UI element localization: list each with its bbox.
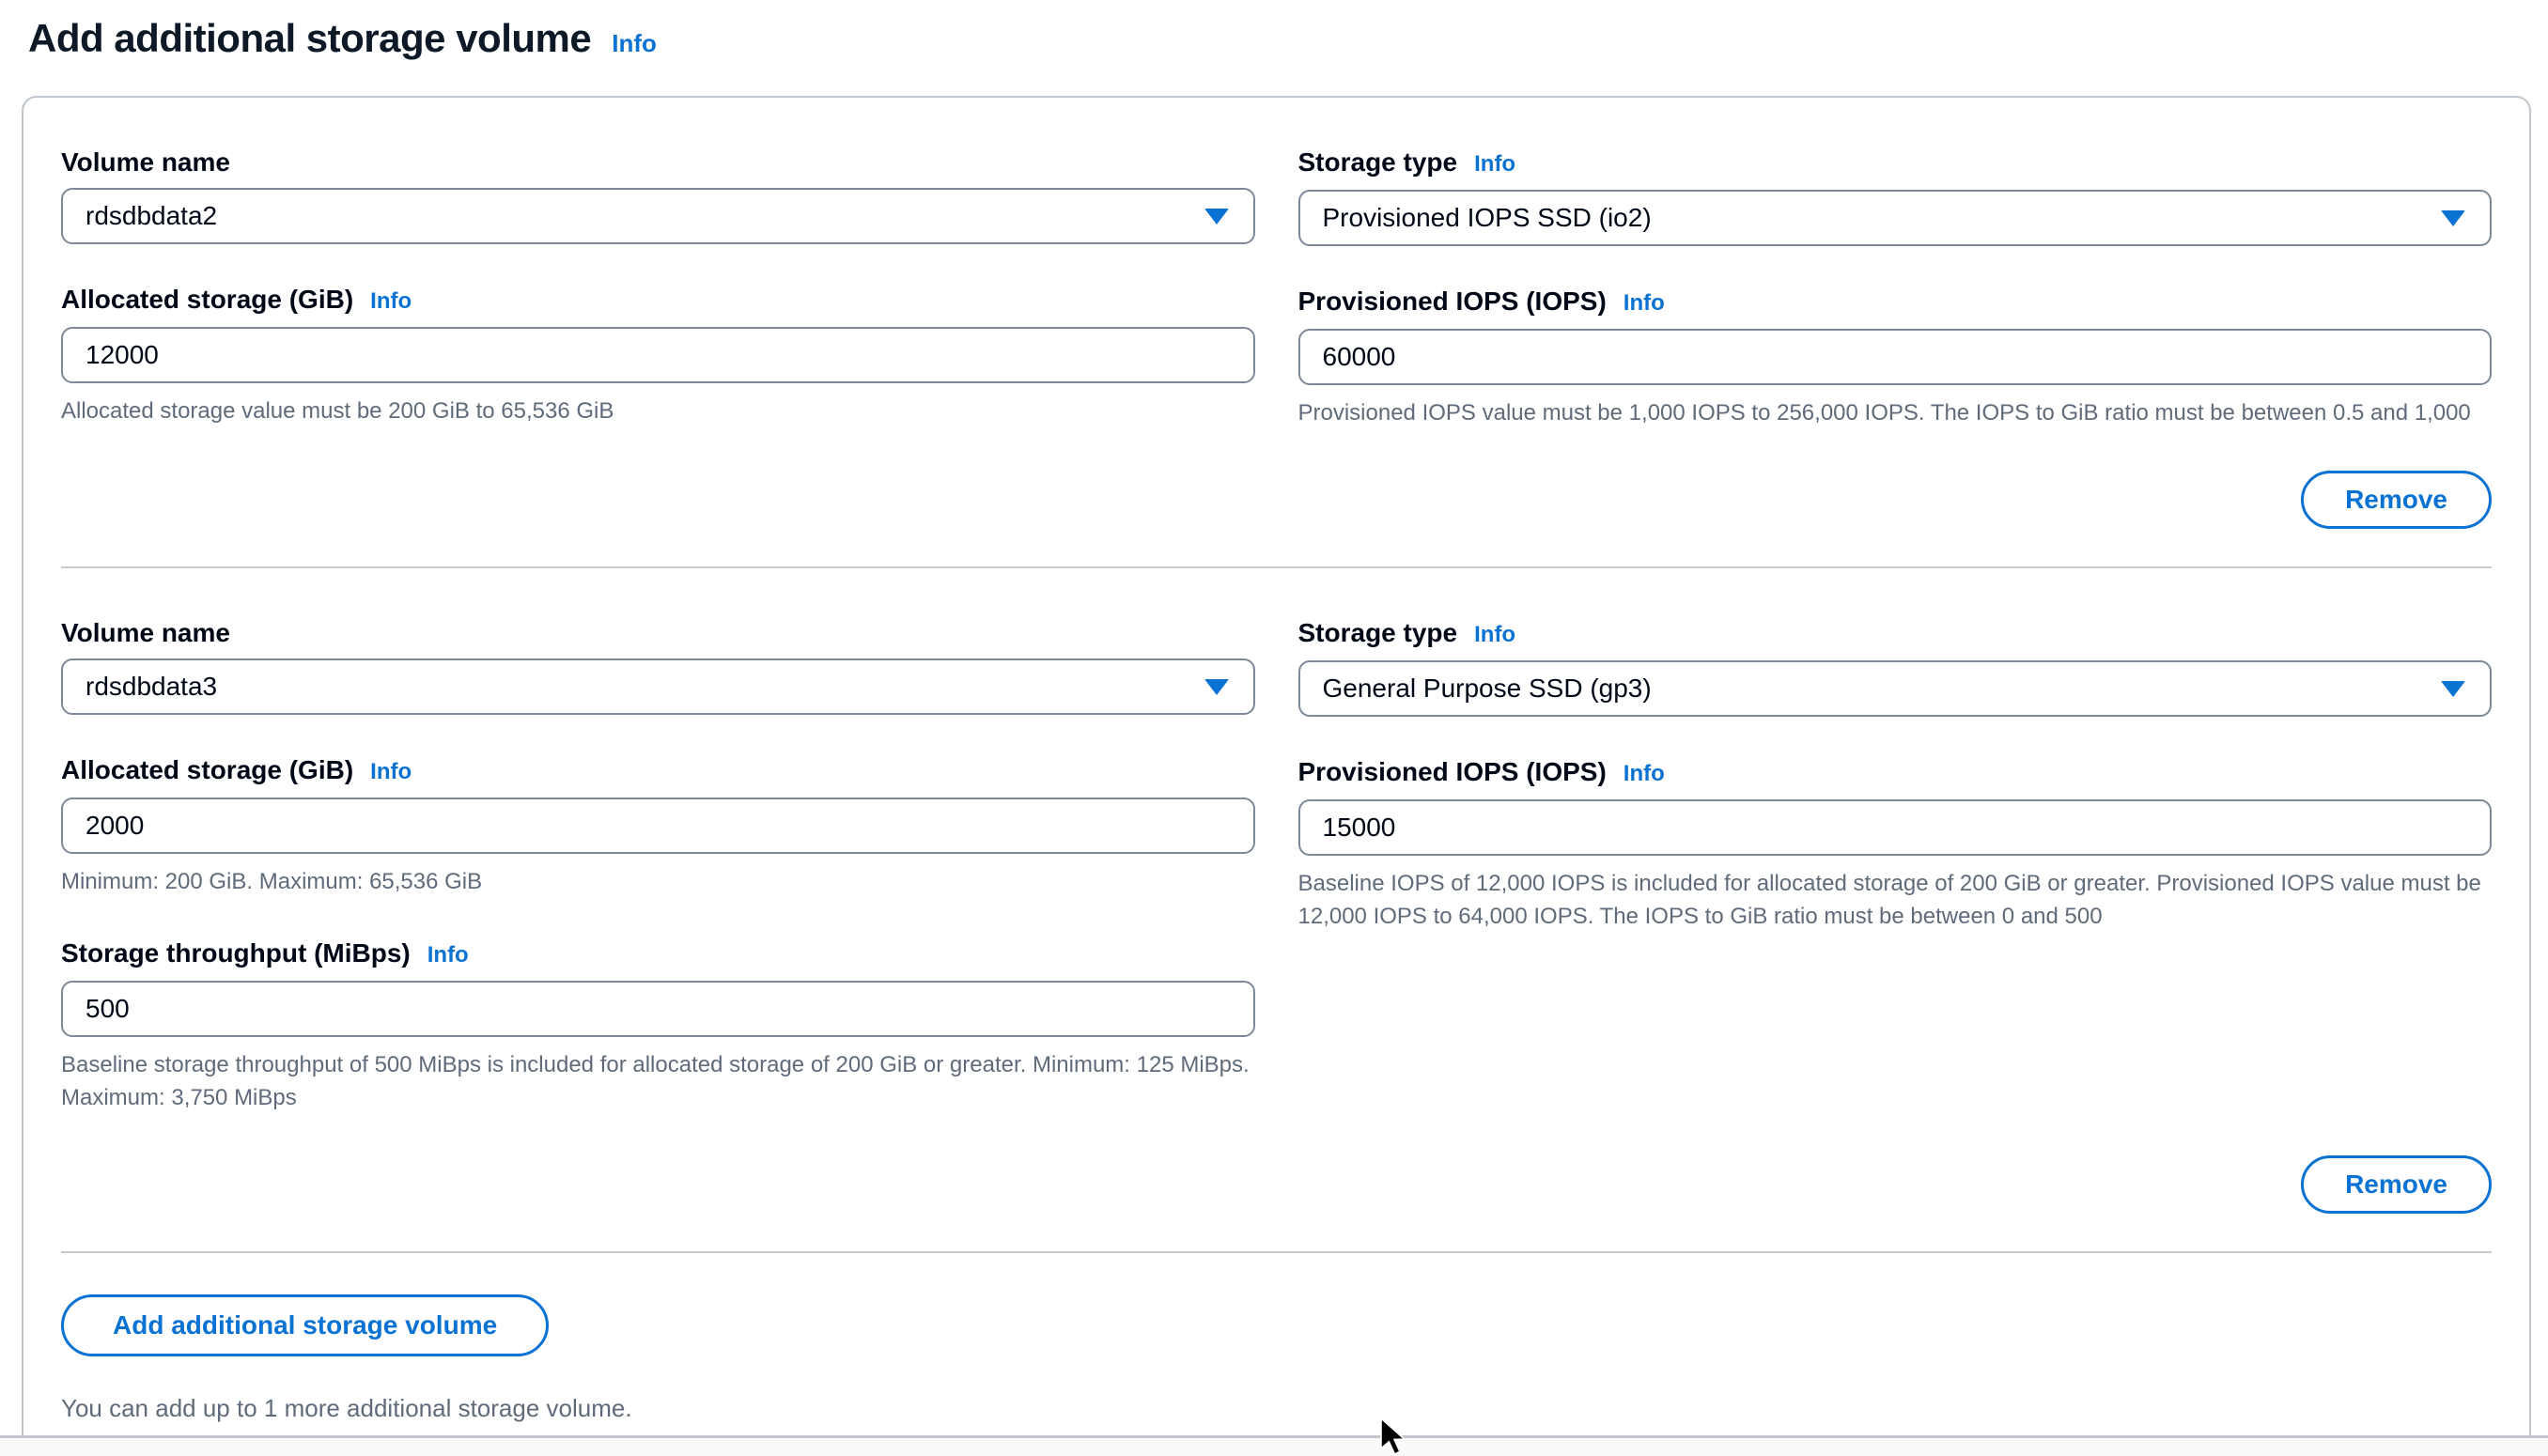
storage-type-select-value: Provisioned IOPS SSD (io2) — [1323, 203, 1652, 233]
volume-name-select-value: rdsdbdata3 — [85, 672, 217, 702]
storage-type-label: Storage type — [1298, 147, 1458, 178]
storage-type-field-2: Storage type Info General Purpose SSD (g… — [1298, 617, 2493, 717]
storage-throughput-field: Storage throughput (MiBps) Info Baseline… — [61, 937, 1255, 1114]
mouse-cursor-icon — [1379, 1417, 1411, 1456]
allocated-storage-label: Allocated storage (GiB) — [61, 754, 353, 786]
volume-name-select-value: rdsdbdata2 — [85, 201, 217, 231]
allocated-storage-input-1[interactable] — [61, 327, 1255, 383]
allocated-storage-info-link[interactable]: Info — [370, 286, 412, 318]
provisioned-iops-info-link[interactable]: Info — [1624, 758, 1665, 790]
allocated-storage-hint: Minimum: 200 GiB. Maximum: 65,536 GiB — [61, 865, 1255, 898]
volume-section-2: Volume name rdsdbdata3 Allocated storage… — [61, 617, 2492, 1214]
volume-2-left-column: Volume name rdsdbdata3 Allocated storage… — [61, 617, 1255, 1114]
allocated-storage-hint: Allocated storage value must be 200 GiB … — [61, 395, 1255, 427]
volume-name-select-2[interactable]: rdsdbdata3 — [61, 658, 1255, 715]
storage-type-select-value: General Purpose SSD (gp3) — [1323, 674, 1652, 704]
storage-throughput-info-link[interactable]: Info — [427, 939, 469, 971]
storage-volume-card: Volume name rdsdbdata2 Allocated storage… — [22, 96, 2531, 1453]
volume-1-right-column: Storage type Info Provisioned IOPS SSD (… — [1298, 147, 2493, 429]
storage-type-label: Storage type — [1298, 617, 1458, 649]
volume-name-label: Volume name — [61, 617, 230, 649]
section-divider — [61, 1251, 2492, 1253]
volume-name-field-2: Volume name rdsdbdata3 — [61, 617, 1255, 715]
page-title-info-link[interactable]: Info — [612, 29, 657, 58]
storage-throughput-input[interactable] — [61, 981, 1255, 1037]
provisioned-iops-hint: Baseline IOPS of 12,000 IOPS is included… — [1298, 867, 2493, 933]
remove-volume-button-2[interactable]: Remove — [2301, 1155, 2492, 1214]
bottom-strip — [0, 1435, 2548, 1456]
provisioned-iops-hint: Provisioned IOPS value must be 1,000 IOP… — [1298, 396, 2493, 429]
remove-volume-button-1[interactable]: Remove — [2301, 471, 2492, 529]
page-title: Add additional storage volume — [28, 15, 591, 62]
provisioned-iops-label: Provisioned IOPS (IOPS) — [1298, 286, 1607, 318]
add-storage-volume-button[interactable]: Add additional storage volume — [61, 1294, 549, 1356]
volume-name-label: Volume name — [61, 147, 230, 178]
caret-down-icon — [2441, 681, 2465, 697]
allocated-storage-field-2: Allocated storage (GiB) Info Minimum: 20… — [61, 754, 1255, 898]
provisioned-iops-field-1: Provisioned IOPS (IOPS) Info Provisioned… — [1298, 286, 2493, 429]
provisioned-iops-input-1[interactable] — [1298, 329, 2493, 385]
provisioned-iops-label: Provisioned IOPS (IOPS) — [1298, 756, 1607, 788]
storage-type-select-1[interactable]: Provisioned IOPS SSD (io2) — [1298, 190, 2493, 246]
storage-throughput-hint: Baseline storage throughput of 500 MiBps… — [61, 1048, 1255, 1114]
storage-type-info-link[interactable]: Info — [1474, 619, 1515, 651]
provisioned-iops-info-link[interactable]: Info — [1624, 287, 1665, 319]
caret-down-icon — [1204, 209, 1229, 225]
caret-down-icon — [1204, 679, 1229, 695]
volume-1-left-column: Volume name rdsdbdata2 Allocated storage… — [61, 147, 1255, 427]
allocated-storage-info-link[interactable]: Info — [370, 756, 412, 788]
storage-throughput-label: Storage throughput (MiBps) — [61, 937, 411, 969]
storage-type-info-link[interactable]: Info — [1474, 148, 1515, 180]
provisioned-iops-field-2: Provisioned IOPS (IOPS) Info Baseline IO… — [1298, 756, 2493, 933]
section-divider — [61, 566, 2492, 568]
storage-type-field-1: Storage type Info Provisioned IOPS SSD (… — [1298, 147, 2493, 246]
page-header: Add additional storage volume Info — [0, 0, 2548, 62]
allocated-storage-input-2[interactable] — [61, 798, 1255, 854]
allocated-storage-field-1: Allocated storage (GiB) Info Allocated s… — [61, 284, 1255, 427]
provisioned-iops-input-2[interactable] — [1298, 799, 2493, 856]
volume-section-1: Volume name rdsdbdata2 Allocated storage… — [61, 147, 2492, 529]
storage-type-select-2[interactable]: General Purpose SSD (gp3) — [1298, 660, 2493, 717]
volume-2-right-column: Storage type Info General Purpose SSD (g… — [1298, 617, 2493, 933]
caret-down-icon — [2441, 210, 2465, 226]
volume-name-select-1[interactable]: rdsdbdata2 — [61, 188, 1255, 244]
add-limit-note: You can add up to 1 more additional stor… — [61, 1394, 2492, 1423]
card-footer: Add additional storage volume You can ad… — [61, 1294, 2492, 1423]
volume-name-field-1: Volume name rdsdbdata2 — [61, 147, 1255, 244]
allocated-storage-label: Allocated storage (GiB) — [61, 284, 353, 316]
